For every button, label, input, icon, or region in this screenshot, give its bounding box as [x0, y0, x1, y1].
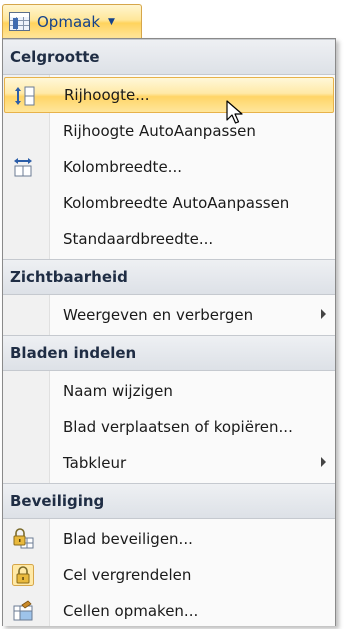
- menu-item-default-width[interactable]: Standaardbreedte...: [4, 221, 334, 257]
- menu-item-label: Standaardbreedte...: [63, 230, 214, 248]
- menu-item-label: Tabkleur: [63, 454, 127, 472]
- menu-item-format-cells[interactable]: Cellen opmaken...: [4, 593, 334, 629]
- section-header-organize-sheets: Bladen indelen: [3, 335, 335, 371]
- column-width-icon: [14, 158, 32, 177]
- menu-item-label: Weergeven en verbergen: [63, 306, 254, 324]
- section-header-cell-size: Celgrootte: [3, 39, 335, 75]
- submenu-arrow-icon: [321, 457, 326, 467]
- row-height-icon: [15, 86, 35, 106]
- lock-cell-icon: [12, 564, 34, 586]
- submenu-arrow-icon: [321, 309, 326, 319]
- format-button-label: Opmaak: [37, 12, 101, 31]
- menu-item-lock-cell[interactable]: Cel vergrendelen: [4, 557, 334, 593]
- format-dropdown-button[interactable]: Opmaak ▼: [2, 4, 142, 38]
- menu-item-column-width-autofit[interactable]: Kolombreedte AutoAanpassen: [4, 185, 334, 221]
- menu-item-label: Blad beveiligen...: [63, 530, 193, 548]
- menu-item-label: Naam wijzigen: [63, 382, 173, 400]
- menu-item-label: Blad verplaatsen of kopiëren...: [63, 418, 293, 436]
- menu-item-label: Cellen opmaken...: [63, 602, 199, 620]
- menu-item-hide-unhide[interactable]: Weergeven en verbergen: [4, 297, 334, 333]
- section-header-visibility: Zichtbaarheid: [3, 259, 335, 295]
- chevron-down-icon: ▼: [108, 16, 115, 27]
- section-header-protection: Beveiliging: [3, 483, 335, 519]
- menu-item-row-height[interactable]: Rijhoogte...: [4, 77, 334, 113]
- format-menu: Celgrootte Rijhoogte... Rijhoogte AutoAa…: [2, 38, 336, 626]
- menu-item-rename-sheet[interactable]: Naam wijzigen: [4, 373, 334, 409]
- protect-sheet-icon: [13, 528, 34, 549]
- format-cells-grid-icon: [9, 12, 30, 31]
- menu-item-protect-sheet[interactable]: Blad beveiligen...: [4, 521, 334, 557]
- mouse-pointer-icon: [226, 100, 243, 124]
- menu-item-label: Kolombreedte...: [63, 158, 182, 176]
- menu-item-tab-color[interactable]: Tabkleur: [4, 445, 334, 481]
- format-cells-icon: [13, 600, 33, 621]
- menu-item-row-height-autofit[interactable]: Rijhoogte AutoAanpassen: [4, 113, 334, 149]
- menu-item-column-width[interactable]: Kolombreedte...: [4, 149, 334, 185]
- menu-item-label: Kolombreedte AutoAanpassen: [63, 194, 290, 212]
- menu-item-label: Cel vergrendelen: [63, 566, 192, 584]
- menu-item-move-copy-sheet[interactable]: Blad verplaatsen of kopiëren...: [4, 409, 334, 445]
- menu-item-label: Rijhoogte...: [64, 86, 150, 104]
